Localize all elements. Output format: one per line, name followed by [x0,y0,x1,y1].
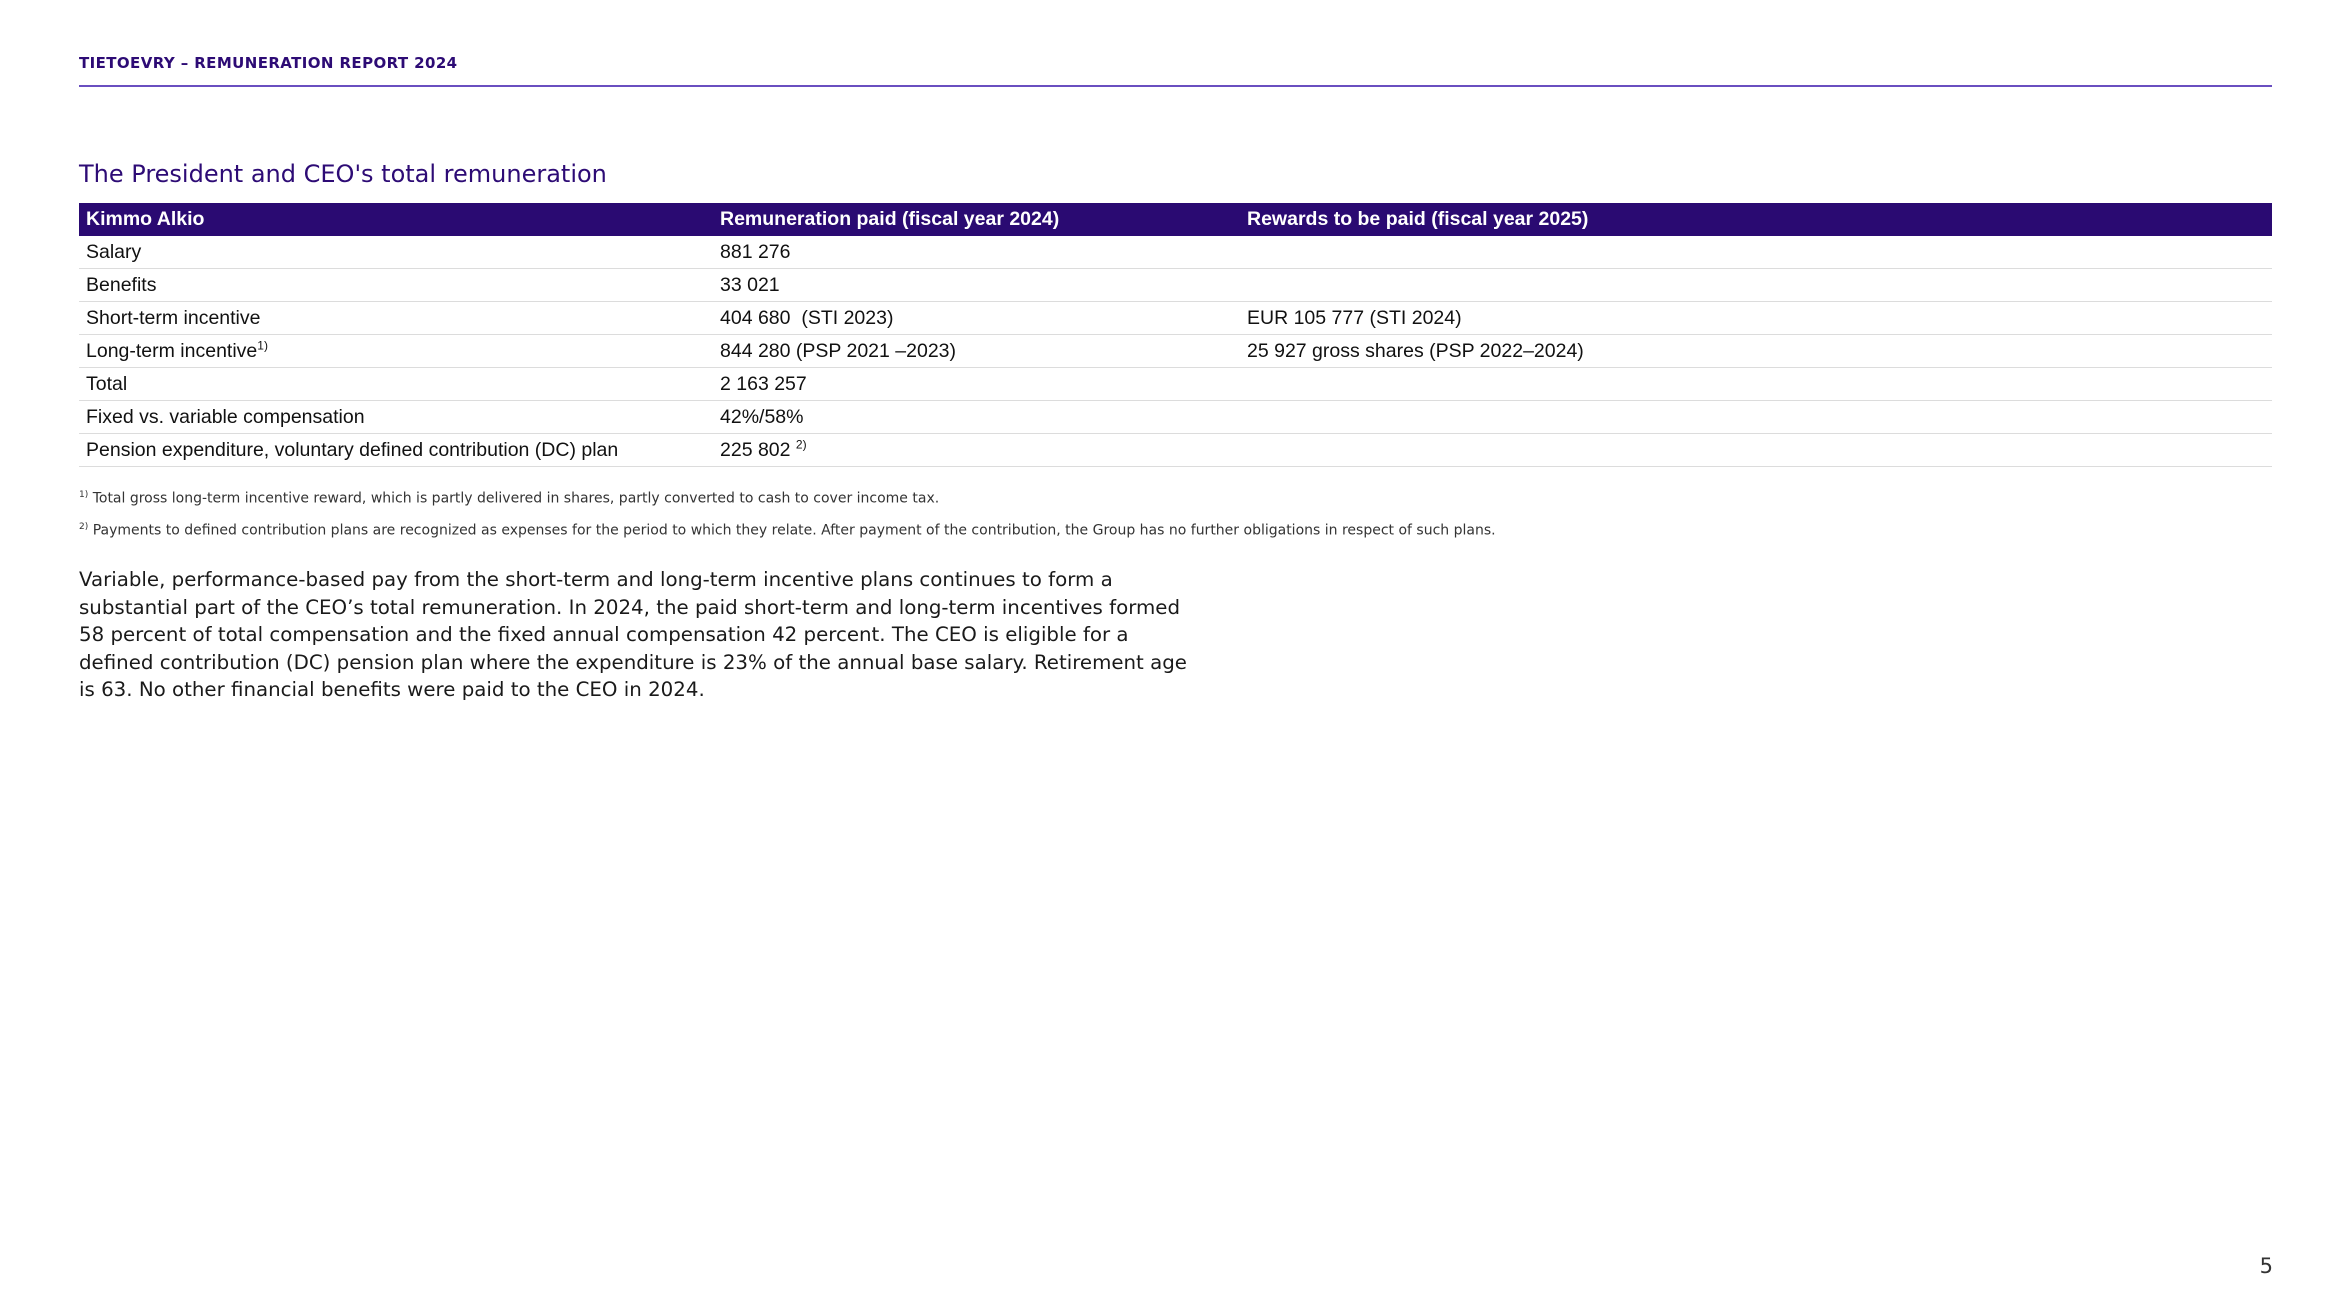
footnote-ref: 1) [257,338,268,352]
row-label-cell: Pension expenditure, voluntary defined c… [79,433,713,467]
paid-cell: 33 021 [713,268,1240,302]
footnote-marker: 1) [79,490,89,500]
row-label-cell: Long-term incentive1) [79,334,713,368]
to-be-paid-cell: 25 927 gross shares (PSP 2022–2024) [1240,334,2272,368]
paid-cell: 225 802 2) [713,433,1240,467]
paid-cell: 844 280 (PSP 2021 –2023) [713,334,1240,368]
paid-cell: 2 163 257 [713,367,1240,401]
table-row: Long-term incentive1) 844 280 (PSP 2021 … [79,334,2272,368]
to-be-paid-cell [1240,268,2272,302]
body-paragraph: Variable, performance-based pay from the… [79,566,1187,704]
paid-value: 404 680 (STI 2023) [720,306,894,329]
to-be-paid-cell [1240,236,2272,269]
remuneration-table: Kimmo Alkio Remuneration paid (fiscal ye… [79,203,2272,467]
table-row: Benefits 33 021 [79,268,2272,302]
section-title: The President and CEO's total remunerati… [79,160,607,188]
row-label: Long-term incentive [86,339,258,362]
to-be-paid-cell [1240,433,2272,467]
column-header-paid: Remuneration paid (fiscal year 2024) [713,203,1240,236]
paid-value: 42%/58% [720,405,804,428]
footnote-text: Payments to defined contribution plans a… [92,522,1496,539]
paragraph-line: 58 percent of total compensation and the… [79,623,1129,646]
row-label: Salary [86,240,142,263]
row-label: Short-term incentive [86,306,261,329]
to-be-paid-cell [1240,400,2272,434]
row-label: Pension expenditure, voluntary defined c… [86,438,619,461]
footnote-1: 1) Total gross long-term incentive rewar… [79,481,1496,513]
row-label: Total [86,372,128,395]
row-label: Fixed vs. variable compensation [86,405,365,428]
row-label-cell: Total [79,367,713,401]
paid-value: 881 276 [720,240,791,263]
paid-value: 33 021 [720,273,780,296]
paid-value: 844 280 (PSP 2021 –2023) [720,339,956,362]
paid-cell: 42%/58% [713,400,1240,434]
table-row: Fixed vs. variable compensation 42%/58% [79,400,2272,434]
paid-value: 2 163 257 [720,372,807,395]
page-number: 5 [2259,1254,2273,1278]
header-divider [79,85,2272,87]
paragraph-line: Variable, performance-based pay from the… [79,568,1113,591]
row-label: Benefits [86,273,157,296]
footnote-marker: 2) [79,521,89,532]
table-row: Salary 881 276 [79,236,2272,269]
footnote-text: Total gross long-term incentive reward, … [92,490,940,507]
table-row: Total 2 163 257 [79,367,2272,401]
paid-value: 225 802 [720,438,791,461]
paid-cell: 404 680 (STI 2023) [713,301,1240,335]
row-label-cell: Short-term incentive [79,301,713,335]
report-header-title: TIETOEVRY – REMUNERATION REPORT 2024 [79,54,458,72]
column-header-to-be-paid: Rewards to be paid (fiscal year 2025) [1240,203,2272,236]
footnote-ref: 2) [795,437,807,451]
paid-cell: 881 276 [713,236,1240,269]
row-label-cell: Benefits [79,268,713,302]
table-header-row: Kimmo Alkio Remuneration paid (fiscal ye… [79,203,2272,236]
to-be-paid-cell [1240,367,2272,401]
row-label-cell: Fixed vs. variable compensation [79,400,713,434]
row-label-cell: Salary [79,236,713,269]
paragraph-line: is 63. No other financial benefits were … [79,678,705,701]
column-header-name: Kimmo Alkio [79,203,713,236]
to-be-paid-cell: EUR 105 777 (STI 2024) [1240,301,2272,335]
paragraph-line: defined contribution (DC) pension plan w… [79,650,1187,674]
footnotes: 1) Total gross long-term incentive rewar… [79,481,1496,544]
table-row: Short-term incentive 404 680 (STI 2023) … [79,301,2272,335]
table-row: Pension expenditure, voluntary defined c… [79,433,2272,467]
paragraph-line: substantial part of the CEO’s total remu… [79,595,1180,619]
footnote-2: 2) Payments to defined contribution plan… [79,513,1496,545]
